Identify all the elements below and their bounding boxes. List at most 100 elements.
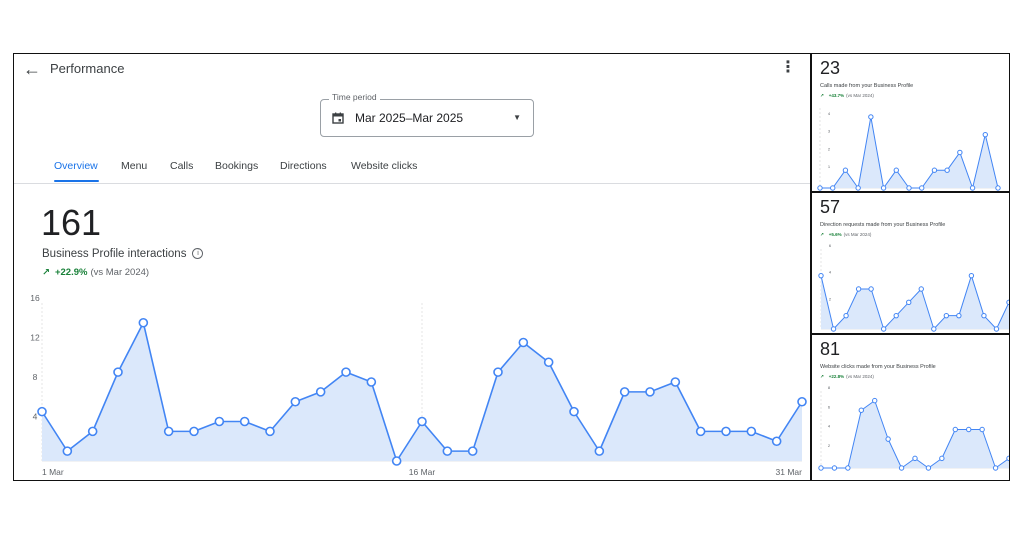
data-point	[925, 465, 932, 471]
data-point	[952, 426, 958, 433]
tab-directions[interactable]: Directions	[280, 160, 327, 172]
data-point	[797, 396, 807, 407]
y-tick-label: 4	[829, 270, 832, 275]
more-vert-icon[interactable]: ⋮	[780, 60, 796, 76]
tab-menu[interactable]: Menu	[121, 160, 147, 172]
tab-calls[interactable]: Calls	[170, 160, 193, 172]
data-point	[214, 416, 225, 427]
data-point	[239, 416, 250, 427]
data-point	[842, 167, 849, 173]
calls-chart: 1 2 3 4	[817, 108, 1001, 191]
active-tab-indicator	[54, 180, 99, 182]
data-point	[957, 149, 963, 156]
website-clicks-panel: 81 Website clicks made from your Busines…	[811, 334, 1010, 481]
directions-panel: 57 Direction requests made from your Bus…	[811, 192, 1010, 334]
x-tick-label: 1 Mar	[42, 467, 64, 477]
metric-label-text: Business Profile interactions	[42, 248, 187, 260]
data-point	[956, 312, 962, 319]
data-point	[843, 312, 849, 319]
y-tick-label: 4	[828, 424, 831, 429]
data-point	[467, 446, 478, 456]
change-percent: +22.9%	[54, 267, 88, 278]
data-point	[417, 416, 427, 427]
calls-change: ↗ +43.7% (vs Mar 2024)	[820, 93, 874, 99]
data-point	[982, 131, 988, 138]
directions-total: 57	[820, 197, 841, 217]
y-tick-label: 8	[33, 372, 38, 382]
change-comparison: (vs Mar 2024)	[90, 267, 150, 278]
directions-change-comparison: (vs Mar 2024)	[843, 232, 872, 237]
data-point	[645, 387, 655, 397]
data-point	[695, 426, 706, 437]
data-point	[893, 167, 899, 173]
divider	[14, 183, 810, 184]
trending-up-icon: ↗	[820, 232, 824, 237]
dropdown-caret-icon: ▼	[513, 113, 521, 122]
time-period-label: Time period	[329, 92, 380, 102]
y-tick-label: 6	[828, 404, 831, 409]
data-point	[906, 299, 912, 306]
y-tick-label: 12	[30, 333, 40, 343]
trending-up-icon: ↗	[820, 93, 824, 98]
tab-bookings[interactable]: Bookings	[215, 160, 258, 172]
time-period-value: Mar 2025–Mar 2025	[355, 111, 464, 125]
data-point	[906, 185, 912, 191]
arrow-left-icon[interactable]: ←	[23, 60, 41, 78]
y-tick-label: 6	[829, 243, 832, 248]
data-point	[966, 426, 972, 433]
data-point	[995, 185, 1001, 191]
time-period-select[interactable]: Time period Mar 2025–Mar 2025 ▼	[320, 92, 534, 137]
data-point	[721, 426, 731, 437]
data-point	[817, 185, 823, 191]
data-point	[943, 312, 950, 319]
data-point	[898, 465, 905, 471]
calls-change-percent: +43.7%	[828, 93, 845, 98]
data-point	[771, 436, 782, 447]
interactions-chart: 4 8 12 16 1 Mar 16 Mar 31 Mar	[30, 294, 807, 477]
info-icon[interactable]: i	[192, 248, 204, 260]
calls-label: Calls made from your Business Profile	[820, 83, 914, 89]
total-interactions: 161	[41, 202, 102, 243]
calls-panel: 23 Calls made from your Business Profile…	[811, 53, 1010, 192]
directions-chart: 2 4 6	[818, 243, 1009, 332]
directions-label: Direction requests made from your Busine…	[820, 222, 946, 228]
data-point	[87, 426, 98, 437]
data-point	[113, 367, 123, 377]
data-point	[62, 446, 73, 456]
metric-label: Business Profile interactions i	[42, 248, 204, 260]
data-point	[1006, 455, 1009, 462]
data-point	[868, 286, 874, 292]
data-point	[872, 397, 878, 404]
y-tick-label: 2	[828, 146, 831, 151]
data-point	[918, 286, 924, 292]
website-clicks-change-comparison: (vs Mar 2024)	[846, 374, 874, 379]
tab-overview[interactable]: Overview	[54, 160, 98, 172]
website-clicks-chart: 2 4 6 8	[818, 385, 1009, 471]
data-point	[868, 114, 874, 120]
data-point	[830, 185, 836, 191]
directions-change: ↗ +5.6% (vs Mar 2024)	[820, 232, 871, 238]
y-tick-label: 2	[829, 296, 832, 301]
y-tick-label: 16	[30, 294, 40, 303]
data-point	[919, 185, 925, 191]
data-point	[944, 167, 950, 173]
data-point	[265, 426, 275, 437]
y-tick-label: 3	[828, 129, 831, 134]
website-clicks-change-percent: +22.8%	[828, 374, 845, 379]
data-point	[993, 326, 1000, 332]
performance-panel: ← Performance ⋮ Time period Mar 2025–Mar…	[13, 53, 811, 481]
data-point	[969, 185, 976, 191]
data-point	[189, 426, 199, 437]
data-point	[619, 387, 630, 397]
area-fill	[821, 275, 1009, 329]
website-clicks-change: ↗ +22.8% (vs Mar 2024)	[820, 374, 874, 380]
trending-up-icon: ↗	[820, 374, 824, 379]
data-point	[594, 446, 605, 456]
data-point	[893, 312, 899, 319]
data-point	[912, 455, 918, 462]
data-point	[569, 406, 579, 417]
calls-total: 23	[820, 58, 841, 78]
tab-website-clicks[interactable]: Website clicks	[351, 160, 417, 172]
data-point	[845, 465, 851, 471]
data-point	[315, 387, 326, 397]
